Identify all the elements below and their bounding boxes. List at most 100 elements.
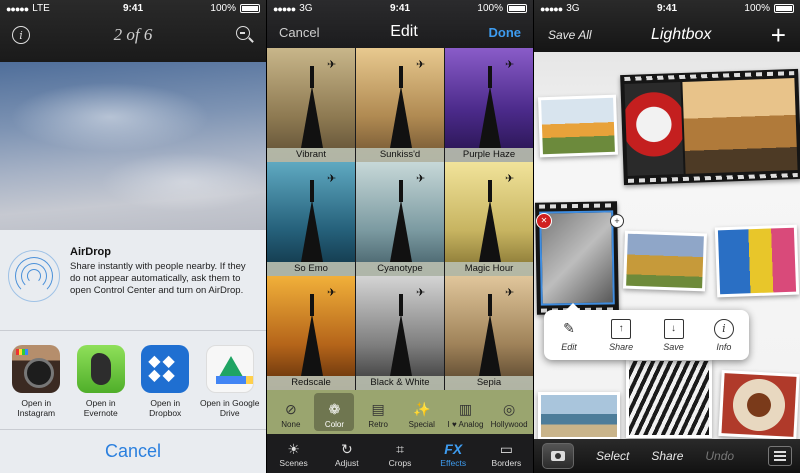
bird-icon: ✈ <box>505 287 515 299</box>
filter-label: Sepia <box>445 376 533 390</box>
filter-thumb-sunkissd[interactable]: ✈ Sunkiss'd <box>356 48 444 162</box>
open-in-evernote-button[interactable]: Open in Evernote <box>71 345 131 425</box>
share-sheet: AirDrop Share instantly with people near… <box>0 230 266 473</box>
bird-icon: ✈ <box>416 173 426 185</box>
info-button[interactable]: i Info <box>713 318 734 352</box>
photo-flowers[interactable] <box>537 94 619 158</box>
bird-icon: ✈ <box>505 173 515 185</box>
filter-label: Purple Haze <box>445 148 533 162</box>
share-button[interactable]: Share <box>651 449 683 463</box>
filter-thumb-cyanotype[interactable]: ✈ Cyanotype <box>356 162 444 276</box>
photo-colorful-building[interactable] <box>714 224 800 298</box>
edit-button[interactable]: ✎ Edit <box>559 319 579 352</box>
filter-label: Redscale <box>267 376 355 390</box>
filter-label: Vibrant <box>267 148 355 162</box>
save-button[interactable]: ↓ Save <box>663 318 684 352</box>
bird-icon: ✈ <box>327 173 337 185</box>
photo-palace[interactable] <box>623 230 707 292</box>
status-bar: ●●●●● 3G 9:41 100% <box>534 0 800 17</box>
fx-label: Retro <box>368 420 388 429</box>
filter-thumb-redscale[interactable]: ✈ Redscale <box>267 276 355 390</box>
share-sheet-screen: ●●●●● LTE 9:41 100% i 2 of 6 AirDrop Sha… <box>0 0 266 473</box>
status-bar: ●●●●● LTE 9:41 100% <box>0 0 266 17</box>
effect-category-bar: ⊘ None ❁ Color ▤ Retro ✨ Special ▥ I ♥ A… <box>267 390 533 434</box>
save-icon: ↓ <box>663 318 684 339</box>
tab-label: Adjust <box>334 457 359 468</box>
retro-icon: ▤ <box>371 401 385 417</box>
no-symbol-icon: ⊘ <box>284 401 297 417</box>
tab-label: Borders <box>491 457 522 468</box>
tab-label: Scenes <box>279 457 308 468</box>
undo-button[interactable]: Undo <box>705 449 734 463</box>
fx-color-button[interactable]: ❁ Color <box>314 393 355 431</box>
magic-wand-icon: ✎ <box>563 320 575 336</box>
open-in-google-drive-button[interactable]: Open in Google Drive <box>200 345 260 425</box>
fx-special-button[interactable]: ✨ Special <box>402 393 442 431</box>
fx-label: None <box>281 420 301 429</box>
menu-icon[interactable] <box>768 446 792 466</box>
share-icon: ↑ <box>611 318 632 339</box>
cancel-button[interactable]: Cancel <box>279 25 319 40</box>
info-icon: i <box>713 318 734 339</box>
fx-analog-button[interactable]: ▥ I ♥ Analog <box>445 393 485 431</box>
fx-label: Color <box>324 420 345 429</box>
delete-icon[interactable]: ✕ <box>536 213 552 229</box>
status-time: 9:41 <box>389 3 410 14</box>
zoom-out-icon[interactable] <box>235 26 254 44</box>
filter-thumb-magic-hour[interactable]: ✈ Magic Hour <box>445 162 533 276</box>
photo-beach[interactable] <box>538 392 620 440</box>
fx-hollywood-button[interactable]: ◎ Hollywood <box>489 393 529 431</box>
airdrop-title: AirDrop <box>70 246 111 258</box>
bird-icon: ✈ <box>327 287 337 299</box>
photo-nav-bar: i 2 of 6 <box>0 17 266 53</box>
info-icon[interactable]: i <box>12 26 30 44</box>
tab-scenes[interactable]: ☀ Scenes <box>267 434 320 473</box>
tab-effects[interactable]: FX Effects <box>427 434 480 473</box>
page-title: Edit <box>390 23 418 40</box>
filter-label: Sunkiss'd <box>356 148 444 162</box>
google-drive-icon <box>205 345 254 393</box>
popup-label: Edit <box>561 341 577 352</box>
bird-icon: ✈ <box>416 287 426 299</box>
instagram-icon <box>12 345 61 393</box>
done-button[interactable]: Done <box>488 25 521 40</box>
battery-icon <box>774 4 794 13</box>
filter-thumb-so-emo[interactable]: ✈ So Emo <box>267 162 355 276</box>
tab-borders[interactable]: ▭ Borders <box>480 434 533 473</box>
bird-icon: ✈ <box>505 59 515 71</box>
photo-dessert[interactable] <box>718 370 800 440</box>
fx-retro-button[interactable]: ▤ Retro <box>358 393 398 431</box>
cancel-button[interactable]: Cancel <box>0 429 266 473</box>
lightbox-screen: ●●●●● 3G 9:41 100% Save All Lightbox + ✕… <box>534 0 800 473</box>
filter-thumb-vibrant[interactable]: ✈ Vibrant <box>267 48 355 162</box>
status-time: 9:41 <box>122 3 143 14</box>
fx-none-button[interactable]: ⊘ None <box>271 393 311 431</box>
save-all-button[interactable]: Save All <box>548 28 592 42</box>
zoom-in-icon[interactable]: + <box>610 214 624 228</box>
filter-thumb-purple-haze[interactable]: ✈ Purple Haze <box>445 48 533 162</box>
camera-button[interactable] <box>542 443 574 469</box>
open-in-dropbox-button[interactable]: Open in Dropbox <box>135 345 195 425</box>
fx-label: Special <box>408 420 435 429</box>
filter-label: Black & White <box>356 376 444 390</box>
photo-zebras[interactable] <box>626 358 712 438</box>
open-in-instagram-button[interactable]: Open in Instagram <box>6 345 66 425</box>
add-icon[interactable]: + <box>771 22 786 48</box>
status-time: 9:41 <box>656 3 677 14</box>
page-title: Lightbox <box>650 25 712 43</box>
app-label: Open in Instagram <box>17 398 56 418</box>
borders-icon: ▭ <box>499 440 514 457</box>
filter-label: So Emo <box>267 262 355 276</box>
select-button[interactable]: Select <box>596 449 629 463</box>
share-button[interactable]: ↑ Share <box>609 318 633 352</box>
tab-adjust[interactable]: ↻ Adjust <box>320 434 373 473</box>
tab-crops[interactable]: ⌗ Crops <box>373 434 426 473</box>
share-apps-row: Open in Instagram Open in Evernote Open … <box>0 345 266 425</box>
filter-thumb-black-white[interactable]: ✈ Black & White <box>356 276 444 390</box>
filter-grid: ✈ Vibrant ✈ Sunkiss'd ✈ Purple Haze ✈ So… <box>267 48 533 390</box>
filmstrip-venice[interactable] <box>620 68 800 186</box>
color-circles-icon: ❁ <box>328 401 341 417</box>
film-reel-icon: ◎ <box>503 401 516 417</box>
filter-thumb-sepia[interactable]: ✈ Sepia <box>445 276 533 390</box>
airdrop-section[interactable]: AirDrop Share instantly with people near… <box>0 230 266 330</box>
